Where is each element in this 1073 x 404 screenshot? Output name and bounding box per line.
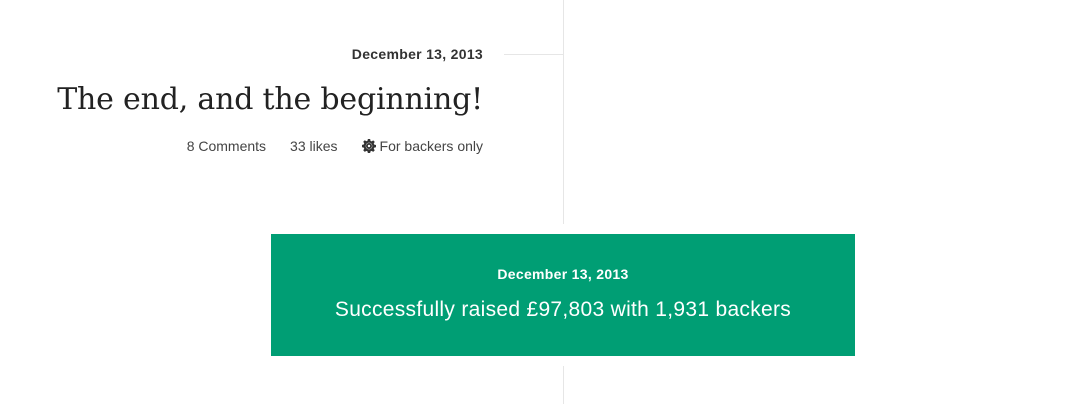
post-meta: 8 Comments 33 likes For backers only: [23, 136, 483, 156]
gear-icon: [361, 139, 376, 153]
likes-count[interactable]: 33 likes: [290, 136, 337, 156]
timeline-connector: [504, 54, 563, 55]
post-title-link[interactable]: The end, and the beginning!: [23, 82, 483, 118]
comments-link[interactable]: 8 Comments: [187, 136, 266, 156]
timeline-gap: [555, 224, 575, 234]
update-post: December 13, 2013 The end, and the begin…: [23, 44, 483, 156]
banner-success-text: Successfully raised £97,803 with 1,931 b…: [334, 298, 792, 321]
banner-date: December 13, 2013: [497, 266, 629, 282]
funding-success-banner: December 13, 2013 Successfully raised £9…: [271, 234, 855, 356]
post-date: December 13, 2013: [351, 46, 483, 62]
timeline-gap: [555, 356, 575, 366]
backers-only-label: For backers only: [379, 138, 483, 154]
backers-only-badge: For backers only: [361, 136, 483, 156]
